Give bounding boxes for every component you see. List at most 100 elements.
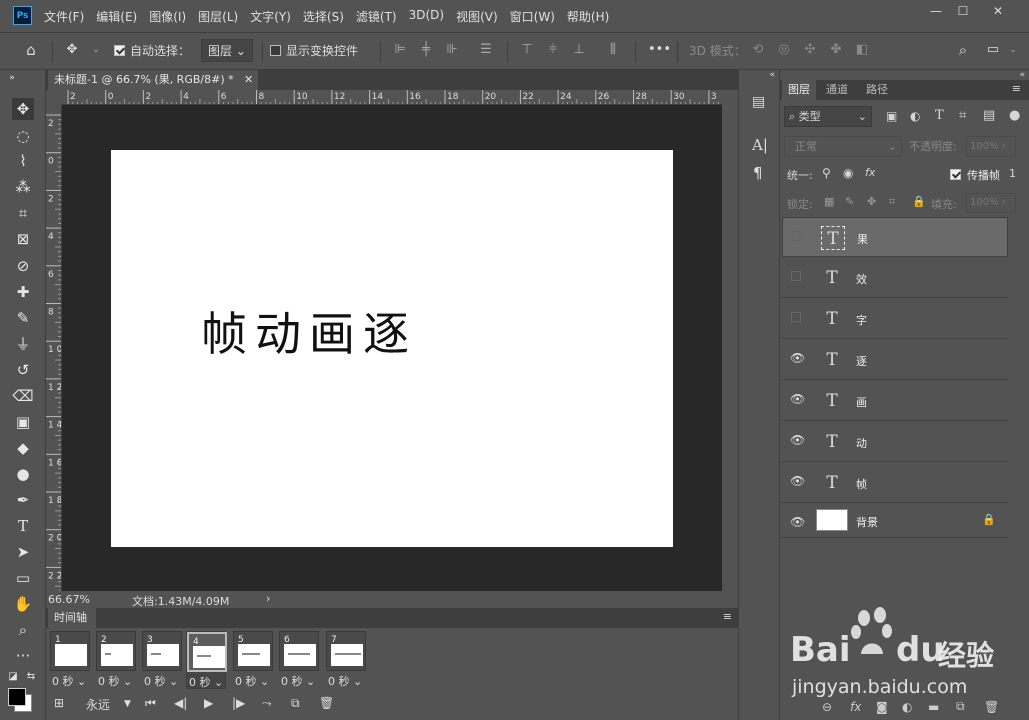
tab-channels[interactable]: 通道 xyxy=(820,80,854,100)
play-icon[interactable]: ▶ xyxy=(204,696,213,710)
brush-tool[interactable]: ✎ xyxy=(12,307,34,329)
unify-visibility-icon[interactable]: ◉ xyxy=(843,166,853,180)
pasteboard[interactable]: 帧动画逐 xyxy=(62,105,722,591)
marquee-tool[interactable]: ◌ xyxy=(12,125,34,147)
animation-frame[interactable]: 2 0 秒 ⌄ xyxy=(96,631,136,689)
auto-select-target-select[interactable]: 图层 ⌄ xyxy=(201,39,253,62)
filter-type-icon[interactable]: T xyxy=(935,108,944,123)
duplicate-frame-icon[interactable]: ⧉ xyxy=(291,696,300,711)
pen-tool[interactable]: ✒ xyxy=(12,489,34,511)
tween-icon[interactable]: ⤳ xyxy=(262,696,272,711)
home-icon[interactable]: ⌂ xyxy=(23,42,39,58)
collapse-arrows-icon[interactable]: « xyxy=(1019,70,1025,80)
animation-frame[interactable]: 4 0 秒 ⌄ xyxy=(186,631,227,690)
animation-frame[interactable]: 3 0 秒 ⌄ xyxy=(142,631,182,689)
frame-delay-select[interactable]: 0 秒 ⌄ xyxy=(144,673,178,689)
magic-wand-tool[interactable]: ⁂ xyxy=(12,176,34,198)
status-menu-arrow-icon[interactable]: › xyxy=(266,592,270,605)
document-tab[interactable]: 未标题-1 @ 66.7% (果, RGB/8#) * ✕ xyxy=(48,70,258,90)
zoom-tool[interactable]: ⌕ xyxy=(12,619,34,641)
history-brush-tool[interactable]: ↺ xyxy=(12,359,34,381)
lasso-tool[interactable]: ⌇ xyxy=(12,150,34,172)
filter-toggle-icon[interactable]: ● xyxy=(1009,108,1020,123)
eye-icon[interactable]: 👁 xyxy=(790,516,805,528)
show-transform-checkbox[interactable]: 显示变换控件 xyxy=(270,42,358,59)
layer-row[interactable]: T果 xyxy=(782,217,1008,257)
zoom-level[interactable]: 66.67% xyxy=(48,593,90,606)
layer-row[interactable]: 👁 T 动 xyxy=(782,422,1008,462)
filter-pixel-icon[interactable]: ▣ xyxy=(886,109,897,123)
lock-pixels-icon[interactable]: ✎ xyxy=(845,195,854,208)
unify-style-icon[interactable]: fx xyxy=(865,166,875,179)
tab-paths[interactable]: 路径 xyxy=(860,80,894,100)
menu-image[interactable]: 图像(I) xyxy=(149,8,186,25)
frame-delay-select[interactable]: 0 秒 ⌄ xyxy=(98,673,132,689)
move-tool[interactable]: ✥ xyxy=(12,98,34,120)
canvas-text-layer[interactable]: 帧动画逐 xyxy=(201,298,417,364)
menu-filter[interactable]: 滤镜(T) xyxy=(356,8,397,25)
path-selection-tool[interactable]: ➤ xyxy=(12,541,34,563)
horizontal-ruler[interactable]: 2 0 2 4 6 8 10 12 14 16 18 20 22 24 26 28 30 3 xyxy=(62,90,722,105)
close-button[interactable]: ✕ xyxy=(986,4,1010,20)
eye-icon[interactable]: 👁 xyxy=(790,393,805,405)
fill-field[interactable]: 100% › xyxy=(966,193,1016,213)
minimize-button[interactable]: — xyxy=(924,4,948,20)
chevron-down-icon[interactable]: ⌄ xyxy=(1005,42,1021,58)
menu-3d[interactable]: 3D(D) xyxy=(409,8,444,25)
frame-box[interactable]: 6 xyxy=(279,631,319,671)
more-options-icon[interactable]: ••• xyxy=(648,42,671,58)
menu-view[interactable]: 视图(V) xyxy=(456,8,498,25)
distribute-vertical-icon[interactable]: ☰ xyxy=(478,42,494,58)
filter-shape-icon[interactable]: ⌗ xyxy=(959,108,966,123)
panel-menu-icon[interactable]: ≡ xyxy=(1012,82,1021,95)
filter-smart-object-icon[interactable]: ▤ xyxy=(983,108,995,123)
history-panel-icon[interactable]: ▤ xyxy=(752,94,765,110)
unify-position-icon[interactable]: ⚲ xyxy=(822,166,831,180)
layer-filter-select[interactable]: ⌕ 类型 ⌄ xyxy=(784,106,872,127)
frame-box[interactable]: 5 xyxy=(233,631,273,671)
frame-delay-select[interactable]: 0 秒 ⌄ xyxy=(52,673,86,689)
frame-delay-select[interactable]: 0 秒 ⌄ xyxy=(328,673,362,689)
lock-transparent-icon[interactable]: ▦ xyxy=(824,195,834,208)
layer-row[interactable]: 👁 🔒 背景 xyxy=(782,504,1008,538)
timeline-tab[interactable]: 时间轴 xyxy=(48,608,96,628)
distribute-horizontal-icon[interactable]: ⫼ xyxy=(605,42,621,58)
menu-edit[interactable]: 编辑(E) xyxy=(96,8,137,25)
lock-artboard-icon[interactable]: ⌗ xyxy=(889,195,895,209)
default-colors-icon[interactable]: ◪ xyxy=(6,670,20,684)
auto-select-checkbox[interactable]: 自动选择： xyxy=(114,42,190,59)
eraser-tool[interactable]: ⌫ xyxy=(12,385,34,407)
menu-select[interactable]: 选择(S) xyxy=(303,8,344,25)
layer-row[interactable]: 👁 T 逐 xyxy=(782,340,1008,380)
clone-stamp-tool[interactable]: ⏚ xyxy=(12,333,34,355)
visibility-off-box[interactable] xyxy=(791,271,801,281)
vertical-ruler[interactable]: 2 0 2 4 6 8 1 0 1 2 1 4 1 6 1 8 2 0 2 2 xyxy=(46,105,62,591)
vertical-scrollbar[interactable] xyxy=(722,90,738,591)
frame-delay-select[interactable]: 0 秒 ⌄ xyxy=(281,673,315,689)
next-frame-icon[interactable]: |▶ xyxy=(232,696,245,710)
hand-tool[interactable]: ✋ xyxy=(12,593,34,615)
animation-frame[interactable]: 5 0 秒 ⌄ xyxy=(233,631,273,689)
collapse-arrows-icon[interactable]: « xyxy=(769,70,775,80)
frame-box[interactable]: 2 xyxy=(96,631,136,671)
filter-adjustment-icon[interactable]: ◐ xyxy=(910,109,920,123)
frame-box[interactable]: 7 xyxy=(326,631,366,671)
eyedropper-tool[interactable]: ⊘ xyxy=(12,255,34,277)
layer-row[interactable]: 👁 T 帧 xyxy=(782,463,1008,503)
previous-frame-icon[interactable]: ◀| xyxy=(174,696,187,710)
align-right-icon[interactable]: ⊪ xyxy=(444,42,460,58)
menu-type[interactable]: 文字(Y) xyxy=(250,8,291,25)
frame-delay-select[interactable]: 0 秒 ⌄ xyxy=(235,673,269,689)
layer-row[interactable]: T效 xyxy=(782,258,1008,298)
chevron-down-icon[interactable]: ⌄ xyxy=(88,42,104,58)
frame-delay-select[interactable]: 0 秒 ⌄ xyxy=(189,674,223,690)
maximize-button[interactable]: ☐ xyxy=(951,4,975,20)
more-tools-icon[interactable]: ··· xyxy=(12,645,34,667)
lock-all-icon[interactable]: 🔒 xyxy=(912,195,926,208)
document-canvas[interactable]: 帧动画逐 xyxy=(111,150,673,547)
eye-icon[interactable]: 👁 xyxy=(790,352,805,364)
propagate-frame-checkbox[interactable] xyxy=(950,169,961,180)
loop-select[interactable]: 永远 xyxy=(86,696,110,713)
dodge-tool[interactable]: ● xyxy=(12,463,34,485)
paragraph-panel-icon[interactable]: ¶ xyxy=(753,164,763,182)
